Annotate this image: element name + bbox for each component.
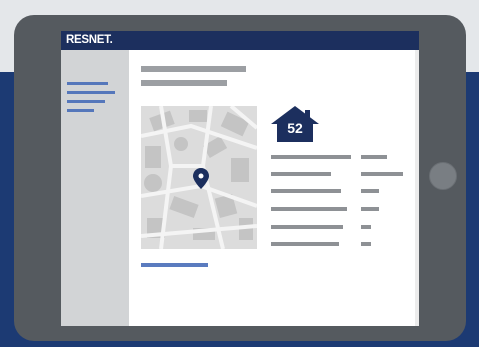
resnet-logo: RESNET. xyxy=(66,34,113,46)
detail-label xyxy=(271,207,347,211)
sidebar-item[interactable] xyxy=(67,100,105,103)
detail-value xyxy=(361,242,371,246)
page-subtitle-placeholder xyxy=(141,80,227,86)
page-title-placeholder xyxy=(141,66,246,72)
tablet-home-button[interactable] xyxy=(429,162,457,190)
detail-label xyxy=(271,225,343,229)
detail-label xyxy=(271,189,341,193)
view-map-link[interactable] xyxy=(141,263,208,267)
detail-label xyxy=(271,242,339,246)
sidebar-item[interactable] xyxy=(67,91,115,94)
detail-value xyxy=(361,172,403,176)
sidebar-item[interactable] xyxy=(67,82,108,85)
detail-label xyxy=(271,155,351,159)
screen-edge xyxy=(415,50,419,326)
property-map[interactable] xyxy=(141,106,257,249)
detail-value xyxy=(361,189,379,193)
tablet-screen: RESNET. 52 xyxy=(61,31,419,326)
detail-value xyxy=(361,207,379,211)
sidebar-item[interactable] xyxy=(67,109,94,112)
detail-value xyxy=(361,155,387,159)
detail-value xyxy=(361,225,371,229)
sidebar xyxy=(61,50,129,326)
detail-label xyxy=(271,172,331,176)
hers-score-value: 52 xyxy=(287,120,303,136)
app-header: RESNET. xyxy=(61,31,419,50)
